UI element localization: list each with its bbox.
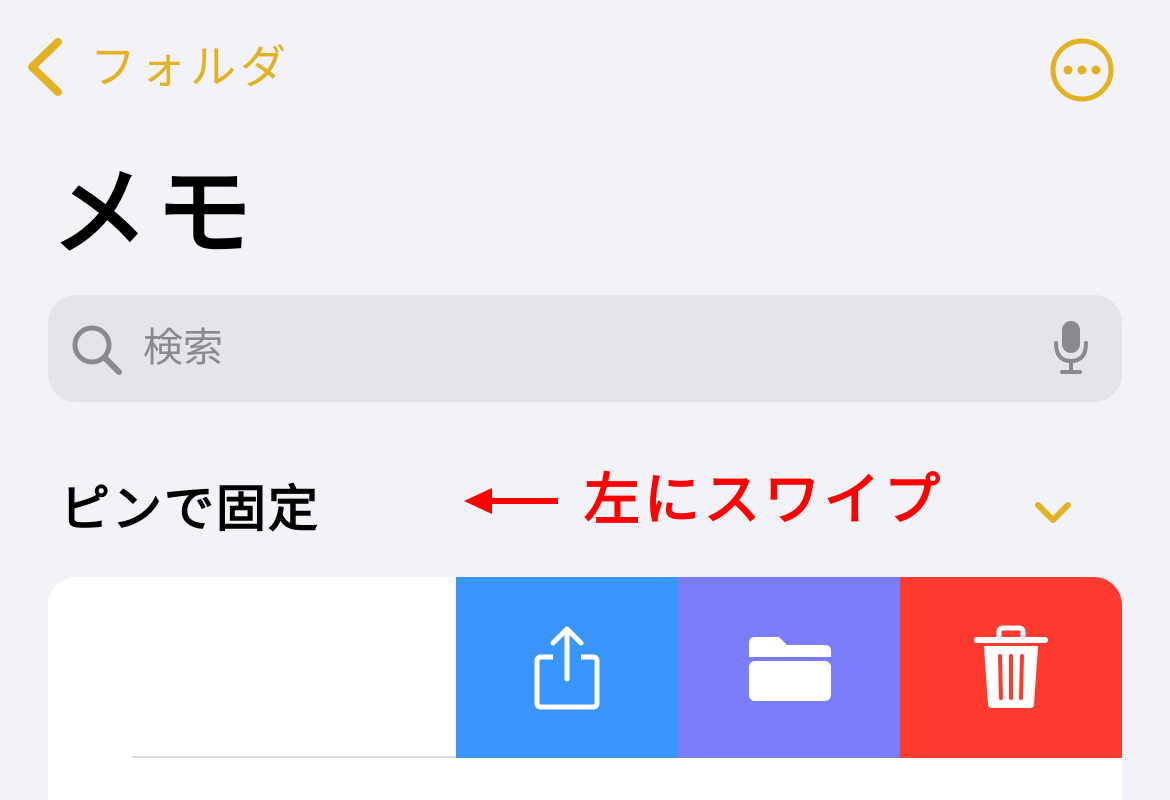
delete-button[interactable] — [900, 577, 1122, 758]
back-button[interactable]: フォルダ — [24, 36, 290, 98]
search-icon — [72, 325, 122, 375]
folder-icon — [749, 636, 831, 701]
swipe-actions — [456, 577, 1122, 758]
chevron-down-icon[interactable] — [1034, 500, 1072, 526]
swipe-annotation-text: 左にスワイプ — [584, 468, 944, 533]
arrow-left-icon — [464, 488, 558, 514]
share-icon — [534, 626, 600, 709]
back-button-label: フォルダ — [90, 40, 290, 94]
section-header-pinned: ピンで固定 — [60, 480, 320, 538]
search-bar[interactable] — [48, 295, 1122, 402]
move-to-folder-button[interactable] — [678, 577, 900, 758]
share-button[interactable] — [456, 577, 678, 758]
more-options-button[interactable] — [1049, 37, 1115, 103]
note-list-card[interactable] — [48, 577, 1122, 800]
swipe-annotation: 左にスワイプ — [464, 466, 944, 536]
microphone-icon[interactable] — [1052, 319, 1090, 375]
ellipsis-circle-icon — [1050, 38, 1114, 102]
chevron-left-icon — [28, 38, 62, 96]
page-title: メモ — [52, 157, 260, 269]
trash-icon — [974, 625, 1048, 708]
search-input[interactable] — [143, 317, 1043, 379]
